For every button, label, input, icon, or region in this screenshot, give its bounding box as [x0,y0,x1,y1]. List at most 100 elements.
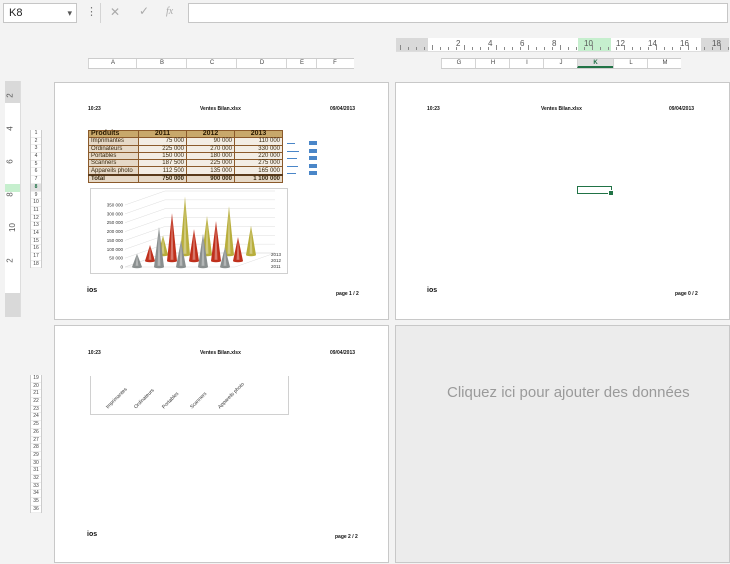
column-header[interactable]: D [236,59,287,68]
row-header[interactable]: 19 [31,375,41,383]
value-cell[interactable]: 165 000 [234,166,283,176]
row-header[interactable]: 4 [31,153,41,161]
row-header[interactable]: 7 [31,176,41,184]
column-header[interactable]: M [647,59,682,68]
column-header[interactable]: L [613,59,648,68]
row-header[interactable]: 15 [31,238,41,246]
value-cell[interactable]: 225 000 [138,144,187,153]
column-header[interactable]: G [441,59,476,68]
total-cell[interactable]: 1 100 000 [234,173,283,184]
row-header[interactable]: 11 [31,207,41,215]
column-header[interactable]: B [136,59,187,68]
row-header[interactable]: 3 [31,145,41,154]
table-row[interactable]: Appareils photo 112 500 135 000 165 000 [88,166,283,176]
row-header[interactable]: 35 [31,498,41,506]
product-cell[interactable]: Ordinateurs [88,144,139,153]
value-cell[interactable]: 270 000 [186,144,235,153]
add-data-placeholder[interactable]: Cliquez ici pour ajouter des données [447,384,690,401]
product-cell[interactable]: Portables [88,151,139,161]
column-header[interactable]: I [509,59,544,68]
row-header[interactable]: 22 [31,398,41,406]
row-header[interactable]: 30 [31,460,41,468]
value-cell[interactable]: 75 000 [138,137,187,146]
page-2[interactable]: 10:23 Ventes Bilan.xlsx 09/04/2013 ios p… [395,82,730,320]
value-cell[interactable]: 220 000 [234,151,283,161]
formula-input[interactable] [188,3,728,23]
row-header[interactable]: 27 [31,437,41,445]
product-cell[interactable]: Scanners [88,159,139,168]
table-row[interactable]: Scanners 187 500 225 000 275 000 [88,159,283,168]
table-row[interactable]: Ordinateurs 225 000 270 000 330 000 [88,144,283,153]
page-4-empty[interactable]: Cliquez ici pour ajouter des données [395,325,730,563]
row-header[interactable]: 24 [31,413,41,422]
header-date: 09/04/2013 [330,106,356,112]
row-header[interactable]: 6 [31,168,41,177]
value-cell[interactable]: 135 000 [186,166,235,176]
fill-handle[interactable] [608,190,614,196]
value-cell[interactable]: 330 000 [234,144,283,153]
selected-cell-k8[interactable] [577,186,614,196]
row-header[interactable]: 29 [31,452,41,460]
row-header[interactable]: 9 [31,192,41,200]
row-header[interactable]: 18 [31,261,41,269]
total-label[interactable]: Total [88,173,139,184]
row-header[interactable]: 14 [31,230,41,238]
row-header[interactable]: 21 [31,390,41,399]
chart-continuation[interactable]: Imprimantes Ordinateurs Portables Scanners A… [90,376,289,415]
ruler-tick [704,47,705,50]
total-cell[interactable]: 750 000 [138,173,187,184]
row-header[interactable]: 23 [31,406,41,414]
page-3[interactable]: 10:23 Ventes Bilan.xlsx 09/04/2013 Impri… [54,325,389,563]
cancel-icon[interactable]: ✕ [110,5,120,19]
row-header[interactable]: 25 [31,421,41,429]
more-icon[interactable]: ⋮ [86,5,97,18]
value-cell[interactable]: 187 500 [138,159,187,168]
product-cell[interactable]: Imprimantes [88,137,139,146]
product-cell[interactable]: Appareils photo [88,166,139,176]
row-header[interactable]: 2 [31,138,41,146]
row-header[interactable]: 1 [31,130,41,138]
page-1[interactable]: 10:23 Ventes Bilan.xlsx 09/04/2013 Produ… [54,82,389,320]
row-header[interactable]: 17 [31,253,41,261]
table-row[interactable]: Portables 150 000 180 000 220 000 [88,151,283,161]
value-cell[interactable]: 90 000 [186,137,235,146]
total-cell[interactable]: 900 000 [186,173,235,184]
column-header[interactable]: A [88,59,137,68]
enter-icon[interactable]: ✓ [139,4,149,18]
value-cell[interactable]: 110 000 [234,137,283,146]
name-box[interactable]: K8 ▾ [3,3,77,23]
total-row[interactable]: Total 750 000 900 000 1 100 000 [88,173,283,184]
row-header[interactable]: 8 [31,183,41,192]
row-header[interactable]: 32 [31,475,41,483]
row-header[interactable]: 13 [31,222,41,230]
column-header[interactable]: E [286,59,317,68]
ruler-tick [632,47,633,50]
row-header[interactable]: 36 [31,506,41,514]
row-header[interactable]: 33 [31,483,41,491]
value-cell[interactable]: 225 000 [186,159,235,168]
value-cell[interactable]: 150 000 [138,151,187,161]
row-header[interactable]: 5 [31,161,41,169]
sales-chart[interactable]: 350 000 300 000 250 000 200 000 150 000 100 0… [90,188,288,274]
table-row[interactable]: Imprimantes 75 000 90 000 110 000 [88,137,283,146]
row-header[interactable]: 34 [31,490,41,498]
row-header[interactable]: 20 [31,383,41,391]
value-cell[interactable]: 180 000 [186,151,235,161]
column-header[interactable]: C [186,59,237,68]
row-header[interactable]: 10 [31,199,41,207]
ruler-tick [608,47,609,50]
row-header[interactable]: 12 [31,215,41,223]
row-header[interactable]: 28 [31,444,41,452]
column-header[interactable]: H [475,59,510,68]
insert-function-icon[interactable]: fx [166,6,173,17]
sales-table[interactable]: Produits 2011 2012 2013 Imprimantes 75 00… [88,129,283,184]
row-header[interactable]: 31 [31,467,41,475]
column-header[interactable]: K [577,59,613,68]
value-cell[interactable]: 112 500 [138,166,187,176]
chevron-down-icon[interactable]: ▾ [67,4,72,22]
row-header[interactable]: 16 [31,245,41,253]
row-header[interactable]: 26 [31,429,41,437]
column-header[interactable]: F [316,59,353,68]
value-cell[interactable]: 275 000 [234,159,283,168]
column-header[interactable]: J [543,59,578,68]
